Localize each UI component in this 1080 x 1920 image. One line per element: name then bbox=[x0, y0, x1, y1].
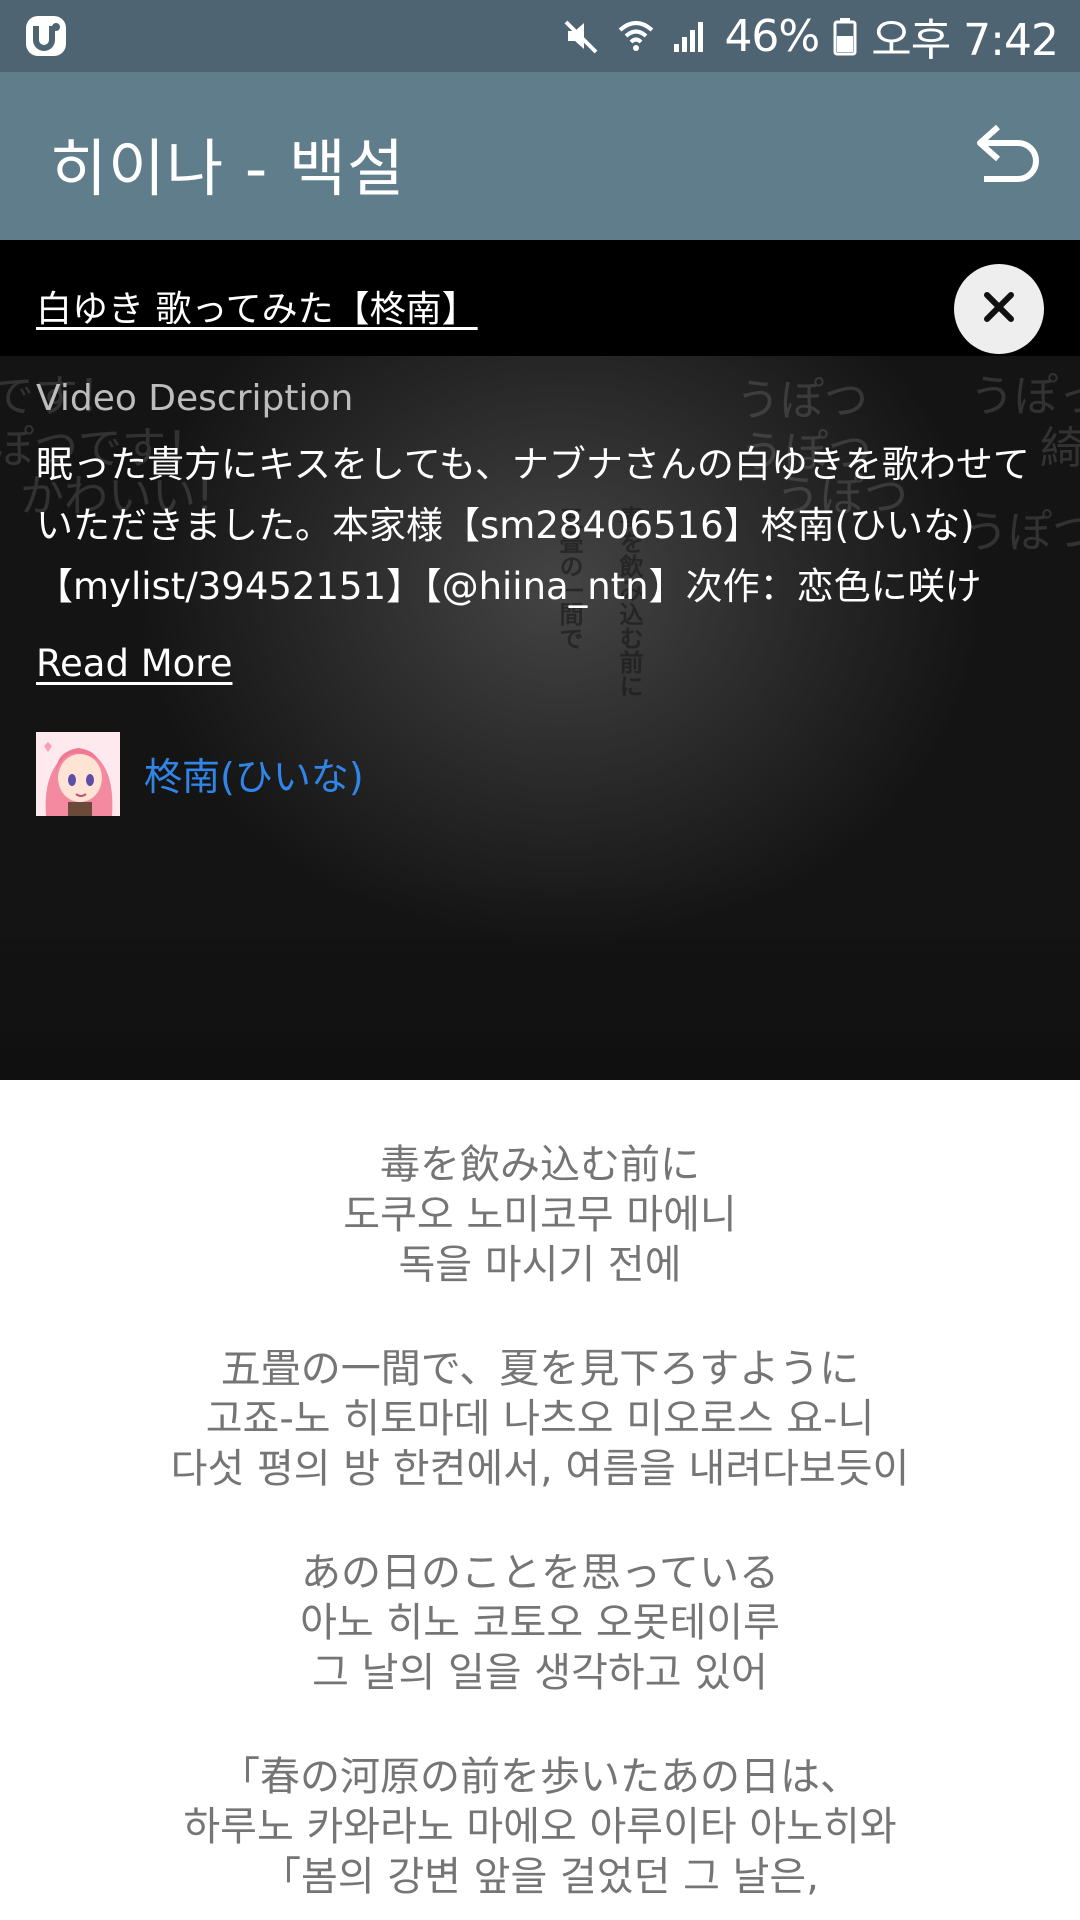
video-title-link[interactable]: 白ゆき 歌ってみた【柊南】 bbox=[36, 280, 478, 332]
battery-icon bbox=[833, 16, 857, 56]
lyric-line-translation: 다섯 평의 방 한켠에서, 여름을 내려다보듯이 bbox=[170, 1446, 910, 1492]
lyrics-stanza: あの日のことを思っている 아노 히노 코토오 오못테이루 그 날의 일을 생각하… bbox=[0, 1548, 1080, 1698]
lyric-line-translation: 「봄의 강변 앞을 걸었던 그 날은, bbox=[261, 1854, 819, 1900]
video-player[interactable]: です！ ぽつです！ かわいい! うぽつ うぽつ うぽつ うぽっ 綺 うぽつ 毒を… bbox=[0, 240, 1080, 1080]
wifi-icon bbox=[616, 16, 656, 56]
lyric-line-romanization: 아노 히노 코토오 오못테이루 bbox=[300, 1600, 780, 1646]
avatar[interactable] bbox=[36, 732, 120, 816]
undo-arrow-icon bbox=[968, 119, 1044, 193]
app-bar: 히이나 - 백설 bbox=[0, 72, 1080, 240]
back-button[interactable] bbox=[966, 116, 1046, 196]
lyric-line-japanese: 五畳の一間で、夏を見下ろすように bbox=[220, 1346, 860, 1392]
lyrics-stanza: 五畳の一間で、夏を見下ろすように 고죠-노 히토마데 나츠오 미오로스 요-니 … bbox=[0, 1344, 1080, 1494]
video-description: 眠った貴方にキスをしても、ナブナさんの白ゆきを歌わせていただきました。本家様【s… bbox=[36, 443, 1030, 608]
close-icon bbox=[982, 290, 1016, 328]
video-header: 白ゆき 歌ってみた【柊南】 bbox=[0, 240, 1080, 356]
lyrics-stanza: 「春の河原の前を歩いたあの日は、 하루노 카와라노 마에오 아루이타 아노히와 … bbox=[0, 1752, 1080, 1902]
battery-percent: 46% bbox=[724, 10, 820, 62]
lyric-line-romanization: 고죠-노 히토마데 나츠오 미오로스 요-니 bbox=[205, 1396, 875, 1442]
lyric-line-japanese: 毒を飲み込む前に bbox=[380, 1142, 700, 1188]
u-logo-icon bbox=[24, 14, 68, 58]
lyrics-stanza: 毒を飲み込む前に 도쿠오 노미코무 마에니 독을 마시기 전에 bbox=[0, 1140, 1080, 1290]
lyric-line-romanization: 하루노 카와라노 마에오 아루이타 아노히와 bbox=[183, 1804, 897, 1850]
status-bar: 46% 오후 7:42 bbox=[0, 0, 1080, 72]
lyrics-panel: 毒を飲み込む前に 도쿠오 노미코무 마에니 독을 마시기 전에 五畳の一間で、夏… bbox=[0, 1080, 1080, 1920]
lyric-line-translation: 그 날의 일을 생각하고 있어 bbox=[312, 1650, 768, 1696]
lyric-line-japanese: あの日のことを思っている bbox=[301, 1550, 779, 1596]
read-more-link[interactable]: Read More bbox=[36, 642, 232, 685]
uploader-link[interactable]: 柊南(ひいな) bbox=[144, 746, 364, 801]
page-title: 히이나 - 백설 bbox=[50, 132, 405, 205]
lyric-line-romanization: 도쿠오 노미코무 마에니 bbox=[343, 1192, 737, 1238]
description-heading: Video Description bbox=[36, 378, 354, 419]
signal-icon bbox=[670, 16, 710, 56]
mute-icon bbox=[562, 16, 602, 56]
clock: 오후 7:42 bbox=[871, 15, 1059, 66]
close-button[interactable] bbox=[954, 264, 1044, 354]
lyric-line-translation: 독을 마시기 전에 bbox=[398, 1242, 682, 1288]
lyric-line-japanese: 「春の河原の前を歩いたあの日は、 bbox=[220, 1754, 860, 1800]
